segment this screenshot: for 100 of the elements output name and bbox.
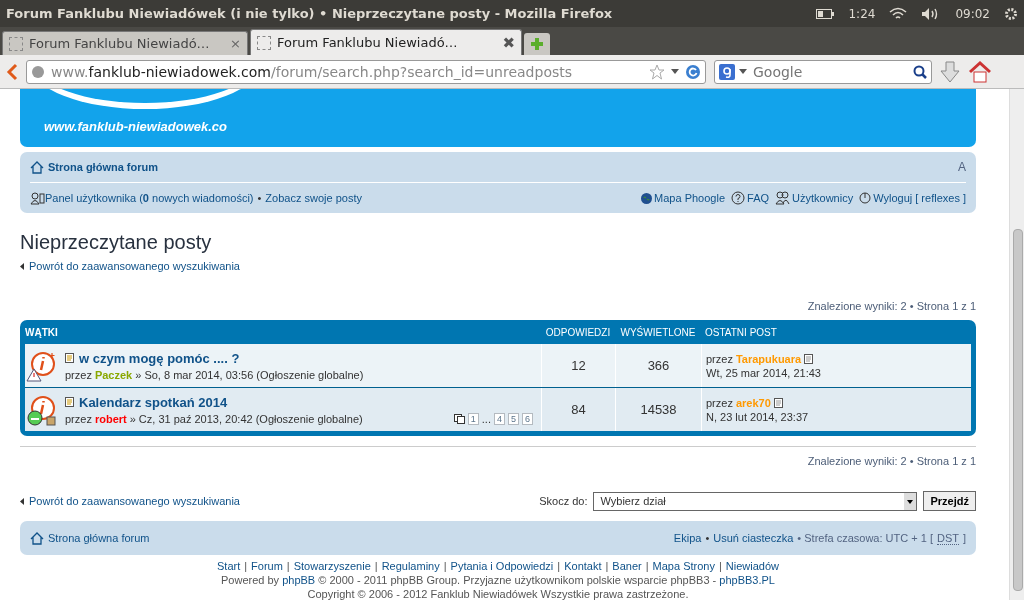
page-link[interactable]: 5 bbox=[507, 412, 519, 425]
globe-icon bbox=[31, 64, 45, 79]
link-separator: | bbox=[244, 559, 248, 573]
browser-tab[interactable]: Forum Fanklubu Niewiadó… ✖ bbox=[250, 29, 522, 55]
footer-link[interactable]: Stowarzyszenie bbox=[293, 559, 371, 573]
replies-count: 84 bbox=[541, 388, 615, 431]
post-meta: » So, 8 mar 2014, 03:56 (Ogłoszenie globalne) bbox=[135, 368, 364, 381]
google-icon[interactable] bbox=[719, 63, 735, 80]
caret-icon[interactable] bbox=[904, 492, 917, 510]
arrow-icon bbox=[20, 497, 25, 505]
footer-link[interactable]: Kontakt bbox=[564, 559, 602, 573]
user-panel-link[interactable]: Panel użytkownika (0 nowych wiadomości) bbox=[45, 192, 254, 204]
views-count: 14538 bbox=[615, 388, 701, 431]
nav-link[interactable]: FAQ bbox=[747, 192, 770, 204]
close-icon[interactable]: × bbox=[230, 36, 241, 51]
powered-by-text: Powered by phpBB © 2000 - 2011 phpBB Group. Przyjazne użytkownikom polskie wsparcie phpBB3 - phpBB3.PL bbox=[220, 573, 776, 587]
results-count: Znalezione wyniki: 2 • Strona 1 z 1 bbox=[806, 300, 976, 312]
footer-link[interactable]: Regulaminy bbox=[381, 559, 440, 573]
jump-label: Skocz do: bbox=[539, 495, 588, 507]
team-link[interactable]: Ekipa bbox=[673, 532, 702, 544]
close-icon[interactable]: ✖ bbox=[502, 33, 515, 52]
column-header: ODPOWIEDZI bbox=[544, 326, 612, 338]
forum-home-link[interactable]: Strona główna forum bbox=[48, 161, 158, 173]
view-post-icon[interactable] bbox=[773, 397, 784, 408]
battery-icon[interactable] bbox=[816, 8, 835, 19]
go-button[interactable]: Przejdź bbox=[923, 491, 976, 511]
address-field[interactable]: www.fanklub-niewiadowek.com/forum/search.php?search_id=unreadposts bbox=[26, 59, 706, 84]
pages-ellipsis: ... bbox=[481, 412, 491, 425]
footer-link[interactable]: Pytania i Odpowiedzi bbox=[450, 559, 554, 573]
footer-link[interactable]: phpBB3.PL bbox=[719, 574, 775, 586]
link-separator: | bbox=[443, 559, 447, 573]
link-separator: | bbox=[645, 559, 649, 573]
search-field[interactable]: Google bbox=[751, 62, 909, 81]
author-prefix: przez bbox=[706, 396, 733, 409]
search-icon[interactable] bbox=[913, 64, 927, 79]
forum-home-link[interactable]: Strona główna forum bbox=[48, 532, 150, 544]
globe-icon bbox=[641, 192, 653, 204]
forum-select[interactable]: Wybierz dział bbox=[593, 491, 918, 511]
user-panel-icon bbox=[30, 191, 45, 205]
home-icon bbox=[30, 160, 44, 174]
browser-tab[interactable]: Forum Fanklubu Niewiadó… × bbox=[2, 31, 248, 55]
scrollbar[interactable] bbox=[1009, 89, 1024, 600]
home-icon[interactable] bbox=[968, 60, 992, 83]
page-link[interactable]: 4 bbox=[493, 412, 505, 425]
reload-icon[interactable] bbox=[685, 63, 701, 80]
power-icon bbox=[859, 192, 872, 204]
author-prefix: przez bbox=[706, 352, 733, 365]
page-link[interactable]: 1 bbox=[467, 412, 479, 425]
last-post-date: N, 23 lut 2014, 23:37 bbox=[706, 410, 810, 423]
footer-link[interactable]: Baner bbox=[612, 559, 642, 573]
nav-link[interactable]: Wyloguj [ reflexes ] bbox=[873, 192, 966, 204]
page-heading: Nieprzeczytane posty bbox=[20, 231, 213, 254]
clock[interactable]: 09:02 bbox=[955, 6, 990, 21]
link-separator: | bbox=[718, 559, 722, 573]
window-title: Forum Fanklubu Niewiadówek (i nie tylko) • Nieprzeczytane posty - Mozilla Firefox bbox=[6, 6, 614, 21]
back-link[interactable]: Powrót do zaawansowanego wyszukiwania bbox=[29, 260, 240, 272]
last-post-date: Wt, 25 mar 2014, 21:43 bbox=[706, 366, 822, 379]
view-post-icon[interactable] bbox=[804, 353, 815, 364]
bracket-text: ] bbox=[962, 532, 966, 544]
topic-row[interactable]: w czym mogę pomóc .... ? przez Paczek » So, 8 mar 2014, 03:56 (Ogłoszenie globalne) 12 366 przez Tarapukuara Wt, 25 mar 2014, 21:43 bbox=[25, 344, 971, 387]
caret-icon[interactable] bbox=[739, 69, 747, 74]
announcement-icon bbox=[25, 393, 59, 426]
footer-link[interactable]: phpBB bbox=[282, 574, 316, 586]
back-link[interactable]: Powrót do zaawansowanego wyszukiwania bbox=[29, 495, 240, 507]
new-post-icon[interactable] bbox=[65, 397, 75, 407]
timezone-label: • Strefa czasowa: UTC + 1 [ bbox=[797, 532, 933, 544]
page-link[interactable]: 6 bbox=[522, 412, 533, 425]
topic-title[interactable]: Kalendarz spotkań 2014 bbox=[79, 394, 228, 410]
battery-time: 1:24 bbox=[848, 6, 876, 21]
nav-link[interactable]: Użytkownicy bbox=[792, 192, 854, 204]
gear-icon[interactable] bbox=[1004, 6, 1018, 21]
nav-link[interactable]: Mapa Phoogle bbox=[654, 192, 726, 204]
new-post-icon[interactable] bbox=[65, 353, 75, 363]
search-bar[interactable]: Google bbox=[714, 59, 932, 84]
link-separator: | bbox=[557, 559, 561, 573]
column-header: WYŚWIETLONE bbox=[619, 326, 697, 338]
topic-row[interactable]: Kalendarz spotkań 2014 przez robert » Cz, 31 paź 2013, 20:42 (Ogłoszenie globalne) 1 ... 4 5 6 84 14538 przez arek70 N, 23 lut 2014, 23:37 bbox=[25, 387, 971, 431]
column-header: WĄTKI bbox=[25, 326, 59, 338]
footer-link[interactable]: Mapa Strony bbox=[652, 559, 715, 573]
topic-title[interactable]: w czym mogę pomóc .... ? bbox=[79, 350, 240, 366]
link-separator: | bbox=[286, 559, 290, 573]
logo-text: www.fanklub-niewiadowek.co bbox=[44, 119, 227, 134]
pages-icon bbox=[453, 413, 465, 424]
font-size-control[interactable]: A bbox=[958, 160, 966, 174]
wifi-icon[interactable] bbox=[889, 7, 908, 20]
star-icon[interactable] bbox=[649, 63, 665, 80]
link-separator: | bbox=[605, 559, 609, 573]
copyright-text: Copyright © 2006 - 2012 Fanklub Niewiadówek Wszystkie prawa zastrzeżone. bbox=[306, 587, 690, 600]
post-meta: » Cz, 31 paź 2013, 20:42 (Ogłoszenie globalne) bbox=[129, 412, 363, 425]
back-icon[interactable] bbox=[6, 62, 18, 81]
own-posts-link[interactable]: Zobacz swoje posty bbox=[265, 192, 362, 204]
footer-link[interactable]: Forum bbox=[251, 559, 283, 573]
caret-icon[interactable] bbox=[671, 69, 679, 74]
footer-link[interactable]: Niewiadów bbox=[725, 559, 779, 573]
results-count: Znalezione wyniki: 2 • Strona 1 z 1 bbox=[806, 455, 976, 467]
column-header: OSTATNI POST bbox=[704, 326, 778, 338]
footer-link[interactable]: Start bbox=[217, 559, 241, 573]
delete-cookies-link[interactable]: Usuń ciasteczka bbox=[713, 532, 794, 544]
separator-dot: • bbox=[257, 192, 262, 204]
author-prefix: przez bbox=[65, 368, 92, 381]
